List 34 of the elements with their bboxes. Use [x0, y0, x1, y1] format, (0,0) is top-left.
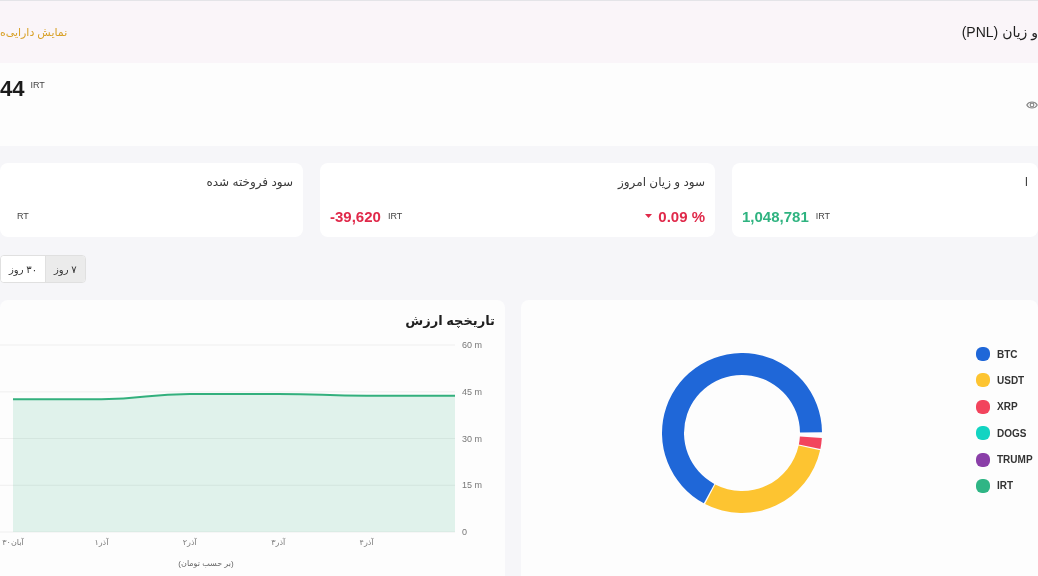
period-tab[interactable]: ۳۰ روز — [1, 256, 46, 282]
currency-label: IRT — [387, 211, 403, 221]
change-percent: 0.09 % — [658, 207, 705, 225]
legend-label[interactable]: USDT — [997, 374, 1025, 386]
legend-label[interactable]: IRT — [997, 480, 1014, 492]
y-axis-label: 0 — [462, 527, 467, 537]
balance-amount: 44 — [0, 76, 25, 102]
period-tab[interactable]: ۷ روز — [46, 256, 85, 282]
legend-label[interactable]: DOGS — [997, 427, 1027, 439]
legend-label[interactable]: TRUMP — [997, 454, 1033, 466]
page-title: و زیان (PNL) — [961, 24, 1038, 40]
x-axis-label: ۳۰آبان — [2, 538, 24, 547]
x-axis-label: ۳آذر — [271, 538, 286, 547]
card-title: ا — [1024, 174, 1028, 190]
eye-icon[interactable] — [1026, 99, 1038, 110]
axis-title: (بر حسب تومان) — [178, 559, 234, 568]
caret-down-icon — [645, 214, 653, 218]
chart-title: تاریخچه ارزش — [405, 313, 495, 329]
currency-label: RT — [17, 211, 29, 221]
x-axis-label: ۲آذر — [182, 538, 197, 547]
card-value: 1,048,781 — [742, 207, 809, 225]
x-axis-label: ۱آذر — [94, 538, 109, 547]
y-axis-label: 60 m — [462, 340, 482, 350]
y-axis-label: 30 m — [462, 433, 482, 444]
card-title: سود و زیان امروز — [618, 174, 705, 190]
legend-label[interactable]: BTC — [997, 348, 1018, 360]
currency-label: IRT — [30, 80, 45, 90]
card-title: سود فروخته شده — [206, 174, 293, 190]
y-axis-label: 45 m — [462, 386, 482, 397]
y-axis-label: 15 m — [462, 480, 482, 491]
legend-label[interactable]: XRP — [997, 401, 1018, 413]
x-axis-label: ۴آذر — [359, 538, 374, 547]
currency-label: IRT — [815, 211, 831, 221]
card-value: -39,620 — [330, 207, 381, 225]
